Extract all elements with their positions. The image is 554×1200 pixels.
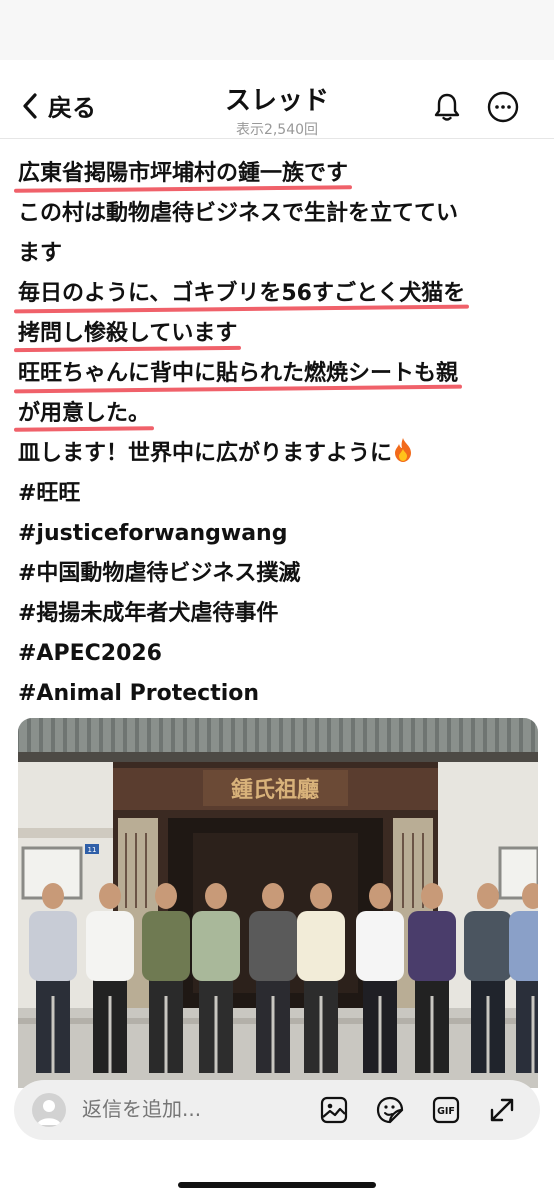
post-line-5: 拷問し惨殺しています — [18, 314, 538, 354]
person-figure — [86, 883, 134, 1073]
hall-sign: 鍾氏祖廳 — [231, 777, 319, 803]
fire-icon — [395, 438, 412, 462]
person-figure — [142, 883, 190, 1073]
sticker-icon[interactable] — [374, 1094, 406, 1126]
group-photo: 11 鍾氏祖廳 — [18, 718, 538, 1088]
hashtag[interactable]: #旺旺 — [18, 474, 538, 514]
post-line-6: 旺旺ちゃんに背中に貼られた燃焼シートも親 — [18, 354, 538, 394]
view-count: 表示2,540回 — [235, 122, 319, 138]
person-figure — [29, 883, 77, 1073]
header: 戻る スレッド 表示2,540回 — [0, 62, 554, 142]
gif-icon[interactable]: GIF — [430, 1094, 462, 1126]
header-divider — [0, 138, 554, 139]
hashtag[interactable]: #APEC2026 — [18, 634, 538, 674]
avatar — [32, 1093, 66, 1127]
svg-text:GIF: GIF — [437, 1106, 455, 1117]
post-line-1: 広東省掲陽市坪埔村の鍾一族です — [18, 154, 538, 194]
post-line-4: 毎日のように、ゴキブリを56すごとく犬猫を — [18, 274, 538, 314]
post-photo[interactable]: 11 鍾氏祖廳 — [18, 718, 538, 1088]
post-line-3: ます — [18, 241, 63, 266]
reply-input[interactable] — [80, 1096, 264, 1122]
post-body: 広東省掲陽市坪埔村の鍾一族です この村は動物虐待ビジネスで生計を立ててい ます … — [18, 154, 538, 714]
post-line-8: 皿します！世界中に広がりますように — [18, 434, 538, 474]
image-icon[interactable] — [318, 1094, 350, 1126]
hashtag[interactable]: #中国動物虐待ビジネス撲滅 — [18, 554, 538, 594]
post-text: 拷問し惨殺しています — [18, 314, 237, 354]
user-icon — [37, 1100, 61, 1125]
person-figure — [192, 883, 240, 1073]
reply-bar: GIF — [14, 1080, 540, 1140]
page-title: スレッド — [224, 86, 329, 116]
post-text: 広東省掲陽市坪埔村の鍾一族です — [18, 154, 348, 194]
post-text: 毎日のように、ゴキブリを56すごとく犬猫を — [18, 274, 465, 314]
post-text: が用意した。 — [18, 394, 150, 434]
status-area — [0, 0, 554, 60]
door-number: 11 — [88, 846, 97, 854]
hashtag[interactable]: #justiceforwangwang — [18, 514, 538, 554]
more-icon[interactable] — [486, 90, 520, 124]
person-figure — [408, 883, 456, 1073]
home-indicator — [178, 1182, 376, 1188]
hashtag[interactable]: #掲揚未成年者犬虐待事件 — [18, 594, 538, 634]
person-figure — [464, 883, 512, 1073]
bell-icon[interactable] — [430, 90, 464, 124]
post-line-2: この村は動物虐待ビジネスで生計を立ててい — [18, 201, 459, 226]
post-line-7: が用意した。 — [18, 394, 538, 434]
post-text: 旺旺ちゃんに背中に貼られた燃焼シートも親 — [18, 354, 458, 394]
person-figure — [356, 883, 404, 1073]
expand-icon[interactable] — [486, 1094, 518, 1126]
post-text: 皿します！世界中に広がりますように — [18, 441, 393, 466]
person-figure — [297, 883, 345, 1073]
person-figure — [249, 883, 297, 1073]
hashtag[interactable]: #Animal Protection — [18, 674, 538, 714]
